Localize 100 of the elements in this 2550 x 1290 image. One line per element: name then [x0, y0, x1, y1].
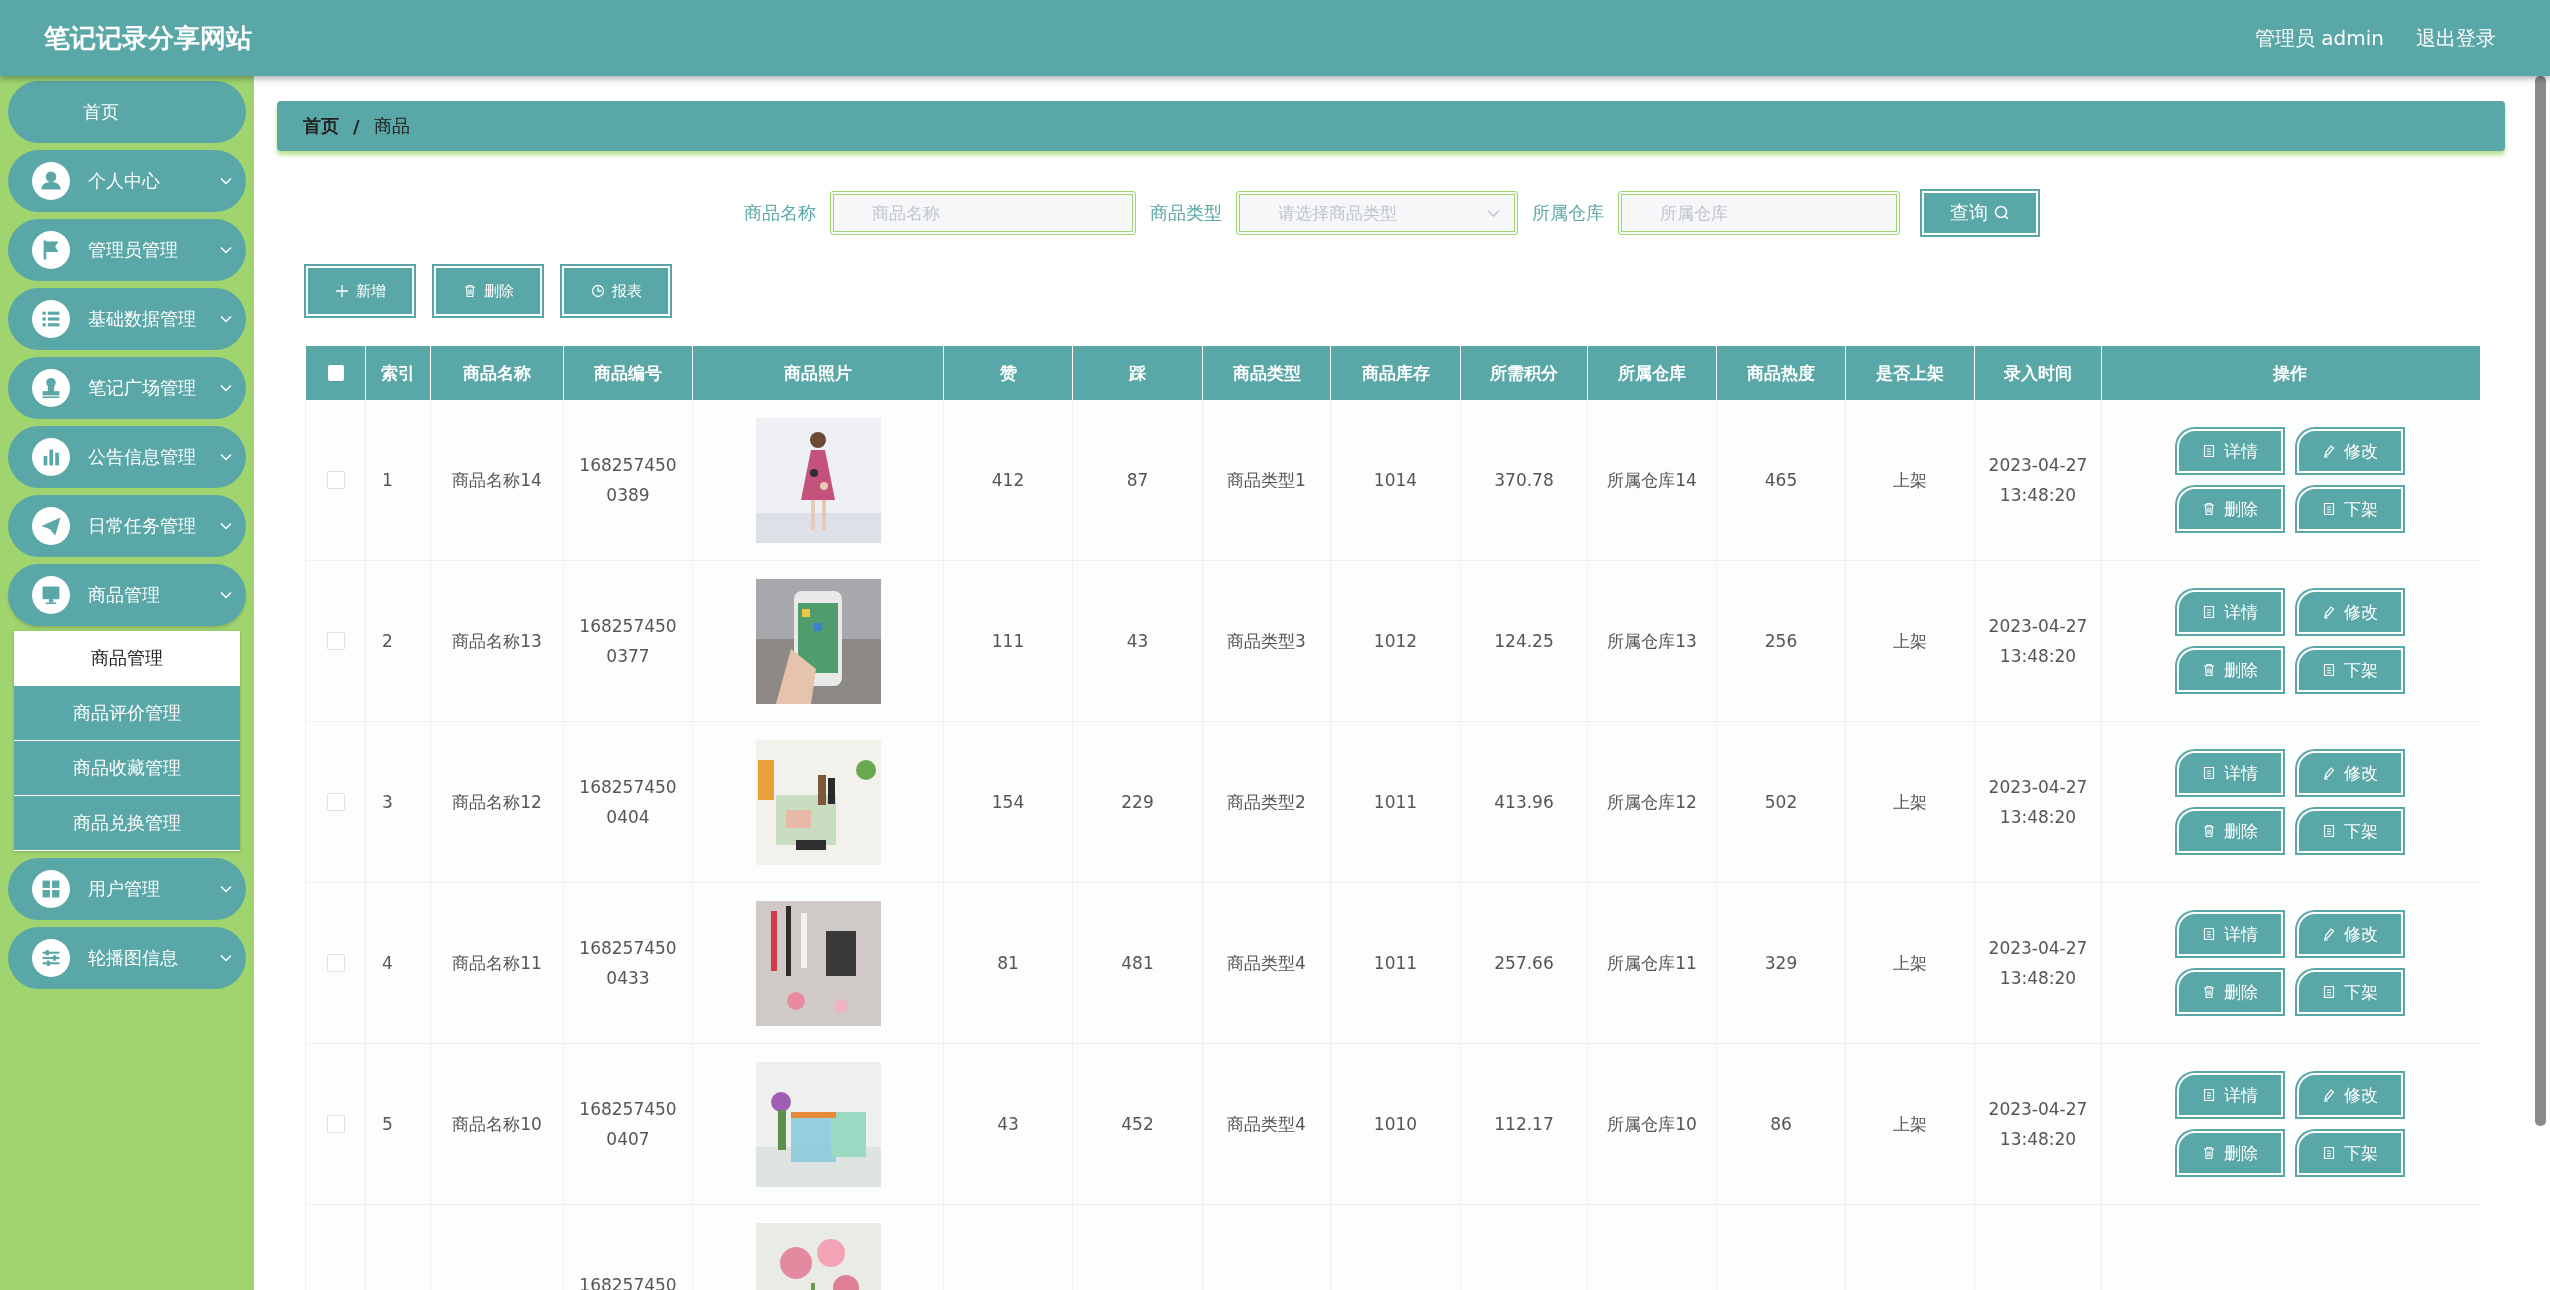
nav-item[interactable]: 公告信息管理: [8, 426, 246, 488]
unlist-button[interactable]: 下架: [2297, 970, 2403, 1014]
document-icon: [2202, 927, 2216, 941]
row-checkbox[interactable]: [326, 632, 345, 650]
nav-item[interactable]: 用户管理: [8, 858, 246, 920]
trash-icon: [2202, 985, 2216, 999]
likes-cell: 412: [991, 470, 1025, 490]
detail-button[interactable]: 详情: [2177, 751, 2283, 795]
delete-button[interactable]: 删除: [2177, 648, 2283, 692]
nav-item[interactable]: 笔记广场管理: [8, 357, 246, 419]
nav-item[interactable]: 首页: [8, 81, 246, 143]
document-icon: [2202, 444, 2216, 458]
points-cell: 257.66: [1494, 953, 1554, 973]
delete-button[interactable]: 删除: [2177, 1131, 2283, 1175]
query-button[interactable]: 查询: [1922, 191, 2038, 235]
heat-cell: 465: [1764, 470, 1798, 490]
nav-icon: [32, 576, 70, 614]
index-cell: 2: [382, 631, 393, 651]
row-checkbox[interactable]: [326, 471, 345, 489]
nav-icon: [32, 162, 70, 200]
edit-button[interactable]: 修改: [2297, 912, 2403, 956]
unlist-button[interactable]: 下架: [2297, 487, 2403, 531]
code-cell-text: 1682574500433: [578, 937, 678, 990]
heat-cell: 502: [1764, 792, 1798, 812]
unlist-button[interactable]: 下架: [2297, 1131, 2403, 1175]
type-cell: 商品类型4: [1227, 1112, 1306, 1136]
report-button[interactable]: 报表: [562, 266, 670, 316]
nav-icon: [32, 939, 70, 977]
unlist-button[interactable]: 下架: [2297, 648, 2403, 692]
likes-cell: 154: [991, 792, 1025, 812]
nav-item[interactable]: 日常任务管理: [8, 495, 246, 557]
delete-button[interactable]: 删除: [2177, 970, 2283, 1014]
submenu-item[interactable]: 商品兑换管理: [14, 796, 240, 851]
plus-icon: [334, 284, 349, 298]
detail-button[interactable]: 详情: [2177, 590, 2283, 634]
clock-icon: [590, 284, 605, 298]
submenu-item[interactable]: 商品评价管理: [14, 686, 240, 741]
trash-icon: [2202, 824, 2216, 838]
search-label: 商品类型: [1150, 201, 1222, 225]
warehouse-cell: 所属仓库11: [1607, 951, 1697, 975]
delete-button[interactable]: 删除: [434, 266, 542, 316]
status-cell: 上架: [1893, 629, 1927, 653]
stock-cell: 1012: [1373, 631, 1418, 651]
code-cell-text: 1682574500404: [578, 776, 678, 829]
status-cell: 上架: [1893, 790, 1927, 814]
code-cell-text: 1682574500407: [578, 1098, 678, 1151]
detail-button[interactable]: 详情: [2177, 1073, 2283, 1117]
pencil-icon: [2322, 1088, 2336, 1102]
delete-button[interactable]: 删除: [2177, 809, 2283, 853]
chevron-icon: [220, 954, 232, 962]
user-label: 管理员 admin: [2254, 24, 2384, 52]
nav-item[interactable]: 商品管理: [8, 564, 246, 626]
pencil-icon: [2322, 927, 2336, 941]
detail-button[interactable]: 详情: [2177, 912, 2283, 956]
pencil-icon: [2322, 766, 2336, 780]
time-cell-text: 2023-04-27 13:48:20: [1988, 937, 2088, 990]
submenu-item[interactable]: 商品管理: [14, 631, 240, 686]
chevron-icon: [220, 384, 232, 392]
points-cell: 112.17: [1494, 1114, 1554, 1134]
stock-cell: 1011: [1373, 792, 1418, 812]
breadcrumb-link[interactable]: 首页: [303, 114, 339, 138]
breadcrumb-link[interactable]: 商品: [373, 114, 410, 138]
trash-icon: [2202, 1146, 2216, 1160]
warehouse-cell: 所属仓库13: [1607, 629, 1697, 653]
chevron-icon: [220, 177, 232, 185]
nav-item[interactable]: 轮播图信息: [8, 927, 246, 989]
edit-button[interactable]: 修改: [2297, 751, 2403, 795]
document-icon: [2202, 766, 2216, 780]
submenu-item[interactable]: 商品收藏管理: [14, 741, 240, 796]
status-cell: 上架: [1893, 468, 1927, 492]
warehouse-cell: 所属仓库14: [1607, 468, 1697, 492]
name-cell: 商品名称13: [452, 629, 542, 653]
dislikes-cell: 481: [1121, 953, 1154, 973]
row-checkbox[interactable]: [326, 793, 345, 811]
chevron-icon: [220, 591, 232, 599]
add-button[interactable]: 新增: [306, 266, 414, 316]
likes-cell: 43: [997, 1114, 1019, 1134]
delete-button[interactable]: 删除: [2177, 487, 2283, 531]
stock-cell: 1010: [1373, 1114, 1418, 1134]
edit-button[interactable]: 修改: [2297, 1073, 2403, 1117]
nav-item[interactable]: 个人中心: [8, 150, 246, 212]
nav-item[interactable]: 管理员管理: [8, 219, 246, 281]
edit-button[interactable]: 修改: [2297, 590, 2403, 634]
chevron-icon: [220, 885, 232, 893]
chevron-icon: [220, 315, 232, 323]
chevron-icon: [220, 246, 232, 254]
row-checkbox[interactable]: [326, 954, 345, 972]
select-all-checkbox[interactable]: [327, 365, 344, 381]
unlist-button[interactable]: 下架: [2297, 809, 2403, 853]
nav-icon: [32, 231, 70, 269]
edit-button[interactable]: 修改: [2297, 429, 2403, 473]
detail-button[interactable]: 详情: [2177, 429, 2283, 473]
warehouse-cell: 所属仓库12: [1607, 790, 1697, 814]
row-checkbox[interactable]: [326, 1115, 345, 1133]
search-label: 所属仓库: [1532, 201, 1604, 225]
scrollbar[interactable]: [2535, 76, 2546, 1126]
status-cell: 上架: [1893, 1112, 1927, 1136]
logout-link[interactable]: 退出登录: [2416, 24, 2496, 52]
index-cell: 4: [382, 953, 393, 973]
nav-item[interactable]: 基础数据管理: [8, 288, 246, 350]
